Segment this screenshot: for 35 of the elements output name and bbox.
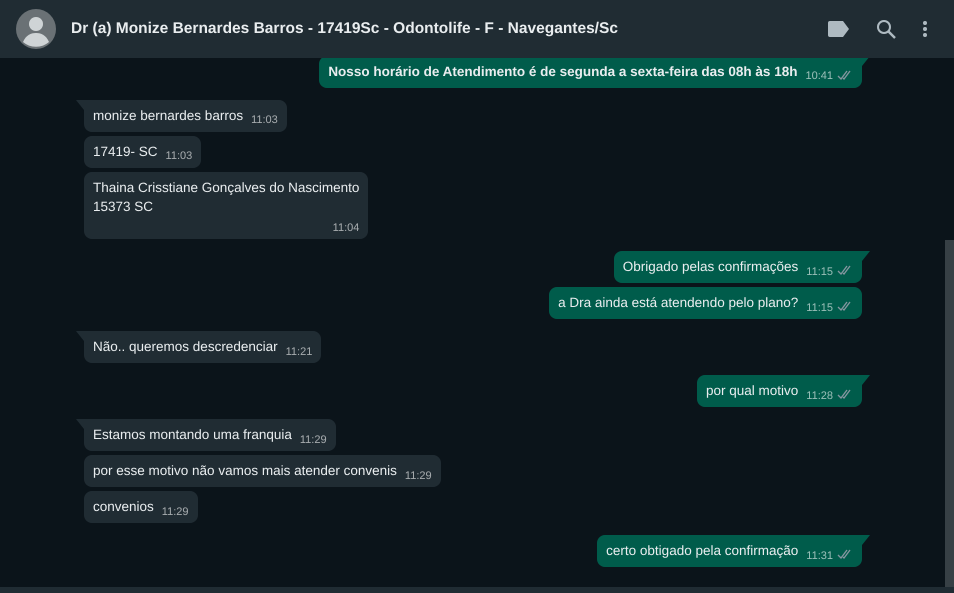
message-text: Obrigado pelas confirmações [622, 258, 798, 276]
message-time: 11:21 [286, 344, 312, 360]
message-time: 11:29 [404, 468, 432, 484]
message-text: Não.. queremos descredenciar [93, 338, 278, 356]
scrollbar-thumb[interactable] [945, 240, 954, 587]
message-time: 11:29 [300, 432, 327, 448]
message-text: por esse motivo não vamos mais atender convenis [93, 462, 397, 480]
label-icon[interactable] [828, 21, 850, 37]
double-check-icon [837, 549, 853, 560]
message-text: Thaina Crisstiane Gonçalves do Nascimento 15373 SC [93, 178, 360, 216]
search-icon[interactable] [876, 19, 896, 39]
message-text: certo obtigado pela confirmação [606, 542, 798, 560]
message-time: 10:41 [805, 69, 833, 84]
message-time: 11:03 [166, 149, 192, 164]
message-text: Nosso horário de Atendimento é de segunda a sexta-feira das 08h às 18h [328, 62, 798, 80]
double-check-icon [837, 389, 853, 400]
double-check-icon [837, 70, 853, 81]
message-text: monize bernardes barros [93, 106, 244, 124]
message-time: 11:31 [806, 548, 833, 564]
message-text: por qual motivo [706, 382, 798, 400]
double-check-icon [837, 301, 853, 312]
message-text: a Dra ainda está atendendo pelo plano? [558, 294, 798, 312]
message-time: 11:15 [806, 300, 833, 316]
contact-name[interactable]: Dr (a) Monize Bernardes Barros - 17419Sc - Odontolife - F - Navegantes/Sc [71, 17, 813, 41]
message-text: Estamos montando uma franquia [93, 426, 292, 444]
message-time: 11:15 [806, 264, 833, 280]
message-text: convenios [93, 498, 154, 516]
message-text: 17419- SC [93, 142, 158, 160]
avatar-icon[interactable] [16, 9, 56, 49]
message-time: 11:03 [251, 113, 278, 128]
double-check-icon [837, 265, 853, 276]
message-time: 11:29 [162, 504, 189, 520]
message-time: 11:04 [332, 220, 360, 236]
menu-icon[interactable] [922, 20, 928, 38]
message-time: 11:28 [806, 388, 833, 404]
